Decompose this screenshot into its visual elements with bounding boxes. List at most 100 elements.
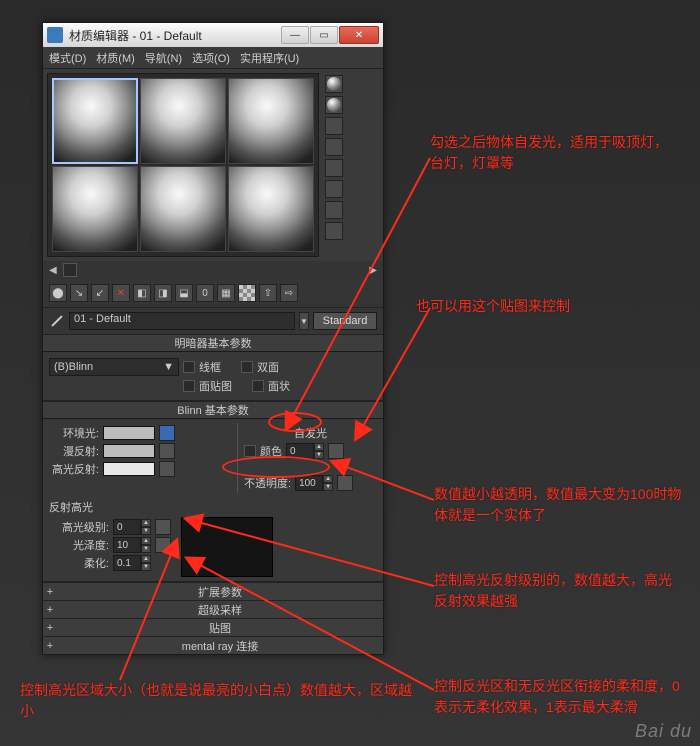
ambient-lock-icon[interactable]	[159, 425, 175, 441]
close-button[interactable]: ✕	[339, 26, 379, 44]
scroll-right-icon[interactable]: ▶	[369, 265, 377, 276]
specular-level-spinner[interactable]: ▲▼	[113, 519, 151, 535]
options-icon[interactable]	[325, 201, 343, 219]
scroll-left-icon[interactable]: ◀	[49, 265, 57, 276]
self-illum-checkbox[interactable]	[244, 445, 256, 457]
opacity-map-button[interactable]	[337, 475, 353, 491]
minimize-button[interactable]: —	[281, 26, 309, 44]
rollup-extended[interactable]: +扩展参数	[43, 582, 383, 600]
material-name-input[interactable]: 01 - Default	[69, 312, 295, 330]
titlebar[interactable]: 材质编辑器 - 01 - Default — ▭ ✕	[43, 23, 383, 47]
spin-down-icon[interactable]: ▼	[323, 483, 333, 491]
name-dropdown-icon[interactable]: ▼	[299, 312, 309, 330]
sample-sphere-icon[interactable]	[325, 75, 343, 93]
put-to-library-icon[interactable]: ⬓	[175, 284, 193, 302]
menu-util[interactable]: 实用程序(U)	[240, 50, 299, 66]
material-name-bar: 01 - Default ▼ Standard	[43, 308, 383, 334]
wireframe-checkbox[interactable]	[183, 361, 195, 373]
chevron-down-icon: ▼	[163, 361, 174, 373]
spin-up-icon[interactable]: ▲	[314, 443, 324, 451]
rollup-maps[interactable]: +贴图	[43, 618, 383, 636]
shader-params-header[interactable]: 明暗器基本参数	[43, 334, 383, 352]
faceted-checkbox[interactable]	[252, 380, 264, 392]
gloss-spinner[interactable]: ▲▼	[113, 537, 151, 553]
blinn-params-panel: 环境光: 漫反射: 高光反射: 自发光	[43, 419, 383, 582]
go-to-parent-icon[interactable]: ⇧	[259, 284, 277, 302]
get-material-icon[interactable]: ⬤	[49, 284, 67, 302]
slot-scrollbar[interactable]: ◀ ▶	[43, 261, 383, 279]
specular-map-button[interactable]	[159, 461, 175, 477]
self-illum-map-button[interactable]	[328, 443, 344, 459]
two-sided-checkbox[interactable]	[241, 361, 253, 373]
material-slot[interactable]	[140, 78, 226, 164]
material-slot[interactable]	[228, 166, 314, 252]
soften-spinner[interactable]: ▲▼	[113, 555, 151, 571]
shader-type-select[interactable]: (B)Blinn ▼	[49, 358, 179, 376]
put-to-scene-icon[interactable]: ↘	[70, 284, 88, 302]
spin-down-icon[interactable]: ▼	[141, 545, 151, 553]
spin-down-icon[interactable]: ▼	[141, 527, 151, 535]
spin-up-icon[interactable]: ▲	[141, 555, 151, 563]
self-illum-color-label: 颜色	[260, 443, 282, 459]
show-end-result-icon[interactable]	[238, 284, 256, 302]
rollup-mental-ray[interactable]: +mental ray 连接	[43, 636, 383, 654]
gloss-value[interactable]	[113, 537, 141, 553]
gloss-label: 光泽度:	[49, 537, 109, 553]
blinn-params-header[interactable]: Blinn 基本参数	[43, 401, 383, 419]
assign-icon[interactable]: ↙	[91, 284, 109, 302]
eyedropper-icon[interactable]	[49, 313, 65, 329]
plus-icon: +	[43, 586, 57, 598]
video-check-icon[interactable]	[325, 159, 343, 177]
scroll-thumb[interactable]	[63, 263, 77, 277]
two-sided-label: 双面	[257, 359, 279, 375]
self-illum-label: 自发光	[294, 425, 327, 441]
soften-value[interactable]	[113, 555, 141, 571]
gloss-map-button[interactable]	[155, 537, 171, 553]
material-id-icon[interactable]: 0	[196, 284, 214, 302]
highlight-preview	[181, 517, 273, 577]
rollup-ext-label: 扩展参数	[57, 584, 383, 600]
material-slot[interactable]	[52, 166, 138, 252]
material-slots	[47, 73, 319, 257]
uv-tiling-icon[interactable]	[325, 138, 343, 156]
material-slot[interactable]	[140, 166, 226, 252]
spin-up-icon[interactable]: ▲	[141, 519, 151, 527]
specular-swatch[interactable]	[103, 462, 155, 476]
rollup-maps-label: 贴图	[57, 620, 383, 636]
material-slot[interactable]	[52, 78, 138, 164]
diffuse-map-button[interactable]	[159, 443, 175, 459]
menu-mode[interactable]: 模式(D)	[49, 50, 86, 66]
diffuse-swatch[interactable]	[103, 444, 155, 458]
self-illum-spinner[interactable]: ▲▼	[286, 443, 324, 459]
rollup-supersample[interactable]: +超级采样	[43, 600, 383, 618]
preview-icon[interactable]	[325, 180, 343, 198]
shader-params-panel: (B)Blinn ▼ 线框 双面 面贴图 面状	[43, 352, 383, 401]
specular-level-map-button[interactable]	[155, 519, 171, 535]
select-by-mat-icon[interactable]	[325, 222, 343, 240]
face-map-checkbox[interactable]	[183, 380, 195, 392]
show-in-viewport-icon[interactable]: ▦	[217, 284, 235, 302]
opacity-value[interactable]	[295, 475, 323, 491]
spin-down-icon[interactable]: ▼	[314, 451, 324, 459]
menu-material[interactable]: 材质(M)	[96, 50, 135, 66]
specular-level-value[interactable]	[113, 519, 141, 535]
go-forward-icon[interactable]: ⇨	[280, 284, 298, 302]
make-unique-icon[interactable]: ◨	[154, 284, 172, 302]
make-copy-icon[interactable]: ◧	[133, 284, 151, 302]
opacity-spinner[interactable]: ▲▼	[295, 475, 333, 491]
self-illum-value[interactable]	[286, 443, 314, 459]
menu-nav[interactable]: 导航(N)	[145, 50, 182, 66]
material-type-button[interactable]: Standard	[313, 312, 377, 330]
maximize-button[interactable]: ▭	[310, 26, 338, 44]
menu-options[interactable]: 选项(O)	[192, 50, 230, 66]
background-icon[interactable]	[325, 117, 343, 135]
watermark: Bai du	[635, 721, 692, 742]
ambient-swatch[interactable]	[103, 426, 155, 440]
spin-up-icon[interactable]: ▲	[141, 537, 151, 545]
spin-up-icon[interactable]: ▲	[323, 475, 333, 483]
reset-icon[interactable]: ✕	[112, 284, 130, 302]
material-slot[interactable]	[228, 78, 314, 164]
spin-down-icon[interactable]: ▼	[141, 563, 151, 571]
specular-level-label: 高光级别:	[49, 519, 109, 535]
backlight-icon[interactable]	[325, 96, 343, 114]
